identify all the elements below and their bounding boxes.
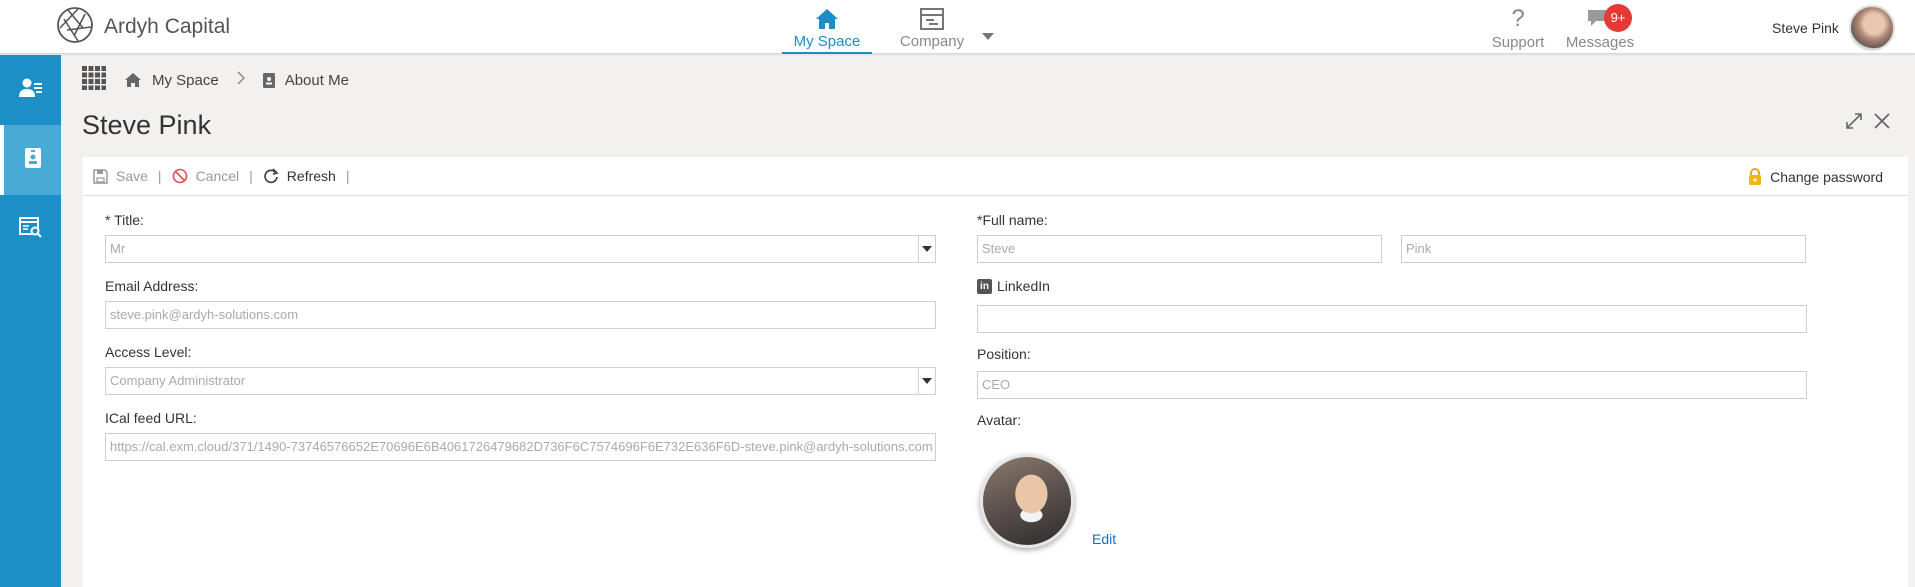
- email-value: steve.pink@ardyh-solutions.com: [110, 307, 299, 322]
- change-password-button[interactable]: Change password: [1748, 157, 1883, 196]
- apps-grid-icon[interactable]: [82, 66, 106, 94]
- email-field[interactable]: steve.pink@ardyh-solutions.com: [105, 301, 936, 329]
- aperture-logo-icon: [56, 6, 94, 48]
- top-bar: Ardyh Capital My Space Company ? Support…: [0, 0, 1915, 54]
- sidebar-item-about-me[interactable]: [0, 125, 61, 195]
- toolbar: Save | Cancel | Refresh | Change passwor…: [83, 157, 1908, 196]
- first-name-value: Steve: [982, 241, 1016, 256]
- nav-company-label: Company: [899, 33, 965, 50]
- last-name-value: Pink: [1406, 241, 1432, 256]
- cancel-label: Cancel: [195, 168, 240, 184]
- refresh-icon: [264, 168, 279, 184]
- breadcrumb-about-me[interactable]: About Me: [262, 71, 349, 89]
- title-value: Mr: [110, 241, 126, 256]
- position-field[interactable]: CEO: [977, 371, 1807, 399]
- user-name: Steve Pink: [1772, 20, 1839, 36]
- messages-label: Messages: [1565, 34, 1635, 51]
- page-title: Steve Pink: [82, 110, 212, 140]
- breadcrumb-my-space[interactable]: My Space: [124, 72, 219, 89]
- lock-icon: [1749, 168, 1762, 185]
- chevron-down-icon: [918, 236, 935, 262]
- avatar: [1848, 5, 1895, 51]
- email-label: Email Address:: [105, 278, 199, 294]
- profile-panel: Save | Cancel | Refresh | Change passwor…: [83, 157, 1908, 587]
- avatar: [980, 454, 1074, 548]
- linkedin-icon: in: [977, 278, 992, 294]
- access-level-select[interactable]: Company Administrator: [105, 367, 936, 395]
- chevron-down-icon: [918, 368, 935, 394]
- sidebar-item-reports[interactable]: [0, 195, 61, 265]
- access-level-value: Company Administrator: [110, 373, 246, 388]
- breadcrumb-my-space-label: My Space: [152, 71, 219, 89]
- id-badge-icon: [24, 148, 41, 172]
- nav-my-space-label: My Space: [793, 33, 861, 50]
- ban-icon: [172, 168, 187, 184]
- floppy-disk-icon: [93, 168, 108, 184]
- toolbar-divider: |: [345, 168, 350, 184]
- title-label: * Title:: [105, 212, 144, 228]
- breadcrumb: My Space About Me: [82, 66, 349, 94]
- user-menu[interactable]: Steve Pink: [1772, 5, 1895, 51]
- refresh-label: Refresh: [286, 168, 336, 184]
- sidebar-item-contacts[interactable]: [0, 55, 61, 125]
- position-label: Position:: [977, 346, 1031, 362]
- save-button[interactable]: Save: [93, 168, 148, 184]
- contact-list-icon: [18, 77, 43, 103]
- ical-url-field[interactable]: https://cal.exm.cloud/371/1490-737465766…: [105, 433, 936, 461]
- app-logo[interactable]: Ardyh Capital: [56, 6, 230, 48]
- first-name-field[interactable]: Steve: [977, 235, 1382, 263]
- expand-icon[interactable]: [1845, 112, 1863, 134]
- position-value: CEO: [982, 377, 1011, 392]
- nav-company[interactable]: Company: [872, 3, 994, 53]
- company-icon: [872, 5, 992, 33]
- messages-button[interactable]: Messages 9+: [1562, 4, 1638, 51]
- edit-avatar-link[interactable]: Edit: [1092, 531, 1116, 547]
- chevron-right-icon: [237, 71, 245, 89]
- change-password-label: Change password: [1770, 168, 1883, 185]
- home-icon: [125, 73, 141, 87]
- report-search-icon: [18, 217, 43, 243]
- sidebar: [0, 55, 61, 587]
- title-select[interactable]: Mr: [105, 235, 936, 263]
- ical-url-value: https://cal.exm.cloud/371/1490-737465766…: [110, 439, 933, 454]
- breadcrumb-about-me-label: About Me: [284, 71, 349, 89]
- linkedin-label: LinkedIn: [997, 278, 1050, 294]
- support-button[interactable]: ? Support: [1480, 4, 1556, 51]
- linkedin-field[interactable]: [977, 305, 1807, 333]
- nav-my-space[interactable]: My Space: [782, 3, 872, 54]
- toolbar-divider: |: [249, 168, 253, 184]
- refresh-button[interactable]: Refresh: [263, 168, 336, 184]
- app-name: Ardyh Capital: [104, 15, 231, 38]
- full-name-label: *Full name:: [977, 212, 1048, 228]
- utility-nav: ? Support Messages 9+: [1480, 4, 1644, 51]
- toolbar-divider: |: [157, 168, 162, 184]
- close-icon[interactable]: [1873, 112, 1891, 134]
- ical-label: ICal feed URL:: [105, 410, 197, 426]
- chevron-down-icon: [982, 33, 994, 40]
- last-name-field[interactable]: Pink: [1401, 235, 1806, 263]
- main-nav: My Space Company: [782, 3, 994, 54]
- avatar-label: Avatar:: [977, 412, 1022, 428]
- linkedin-label-group: in LinkedIn: [977, 278, 1050, 294]
- access-level-label: Access Level:: [105, 344, 192, 360]
- messages-badge: 9+: [1604, 4, 1632, 32]
- home-icon: [782, 5, 872, 33]
- save-label: Save: [116, 168, 148, 184]
- id-badge-icon: [262, 72, 275, 88]
- cancel-button[interactable]: Cancel: [172, 168, 240, 184]
- question-icon: ?: [1511, 5, 1525, 32]
- support-label: Support: [1491, 34, 1545, 51]
